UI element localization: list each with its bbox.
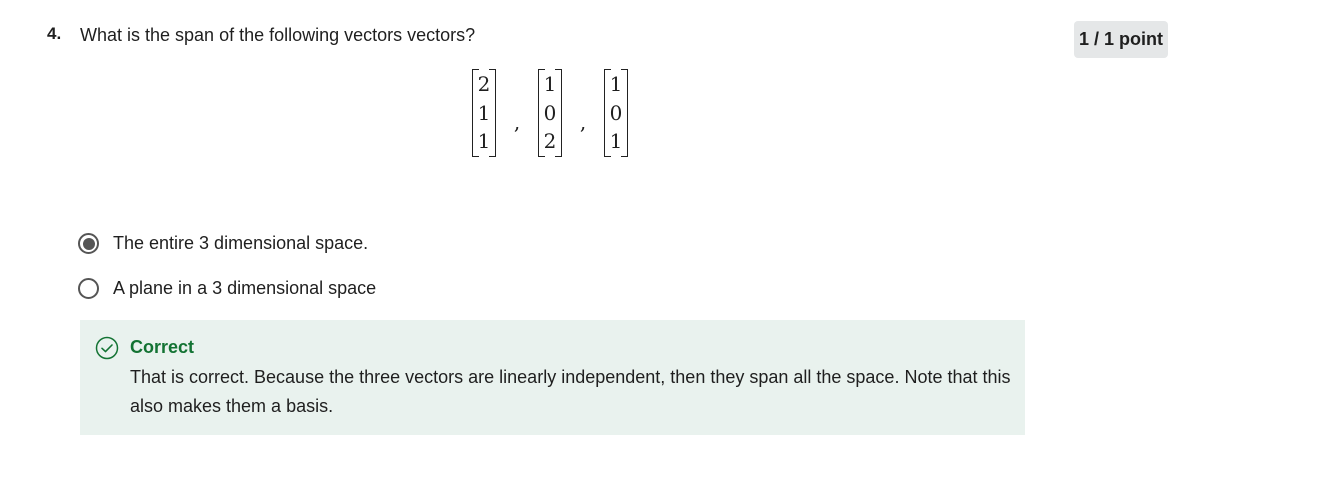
feedback-explanation: That is correct. Because the three vecto… — [130, 367, 1011, 416]
option-label: A plane in a 3 dimensional space — [113, 278, 377, 298]
vector-3: 1 0 1 — [602, 69, 630, 157]
radio-button-selected[interactable] — [78, 233, 99, 254]
vector-separator: , — [579, 110, 587, 134]
vector-2: 1 0 2 — [536, 69, 564, 157]
vector-separator: , — [513, 110, 521, 134]
feedback-status: Correct — [130, 337, 195, 357]
left-bracket — [604, 69, 611, 157]
option-label: The entire 3 dimensional space. — [113, 233, 369, 253]
left-bracket — [538, 69, 545, 157]
option-entire-space[interactable]: The entire 3 dimensional space. — [78, 233, 368, 254]
left-bracket — [472, 69, 479, 157]
option-plane[interactable]: A plane in a 3 dimensional space — [78, 278, 376, 299]
vector-set: 2 1 1 , 1 0 2 , 1 0 1 — [470, 67, 630, 159]
right-bracket — [621, 69, 628, 157]
question-text: What is the span of the following vector… — [80, 25, 476, 45]
radio-button[interactable] — [78, 278, 99, 299]
check-circle-icon — [95, 336, 119, 360]
radio-dot — [82, 237, 95, 250]
right-bracket — [555, 69, 562, 157]
question-number: 4. — [47, 24, 62, 43]
feedback-panel: Correct That is correct. Because the thr… — [80, 320, 1025, 435]
vector-1: 2 1 1 — [470, 69, 498, 157]
points-badge: 1 / 1 point — [1074, 21, 1168, 58]
right-bracket — [489, 69, 496, 157]
